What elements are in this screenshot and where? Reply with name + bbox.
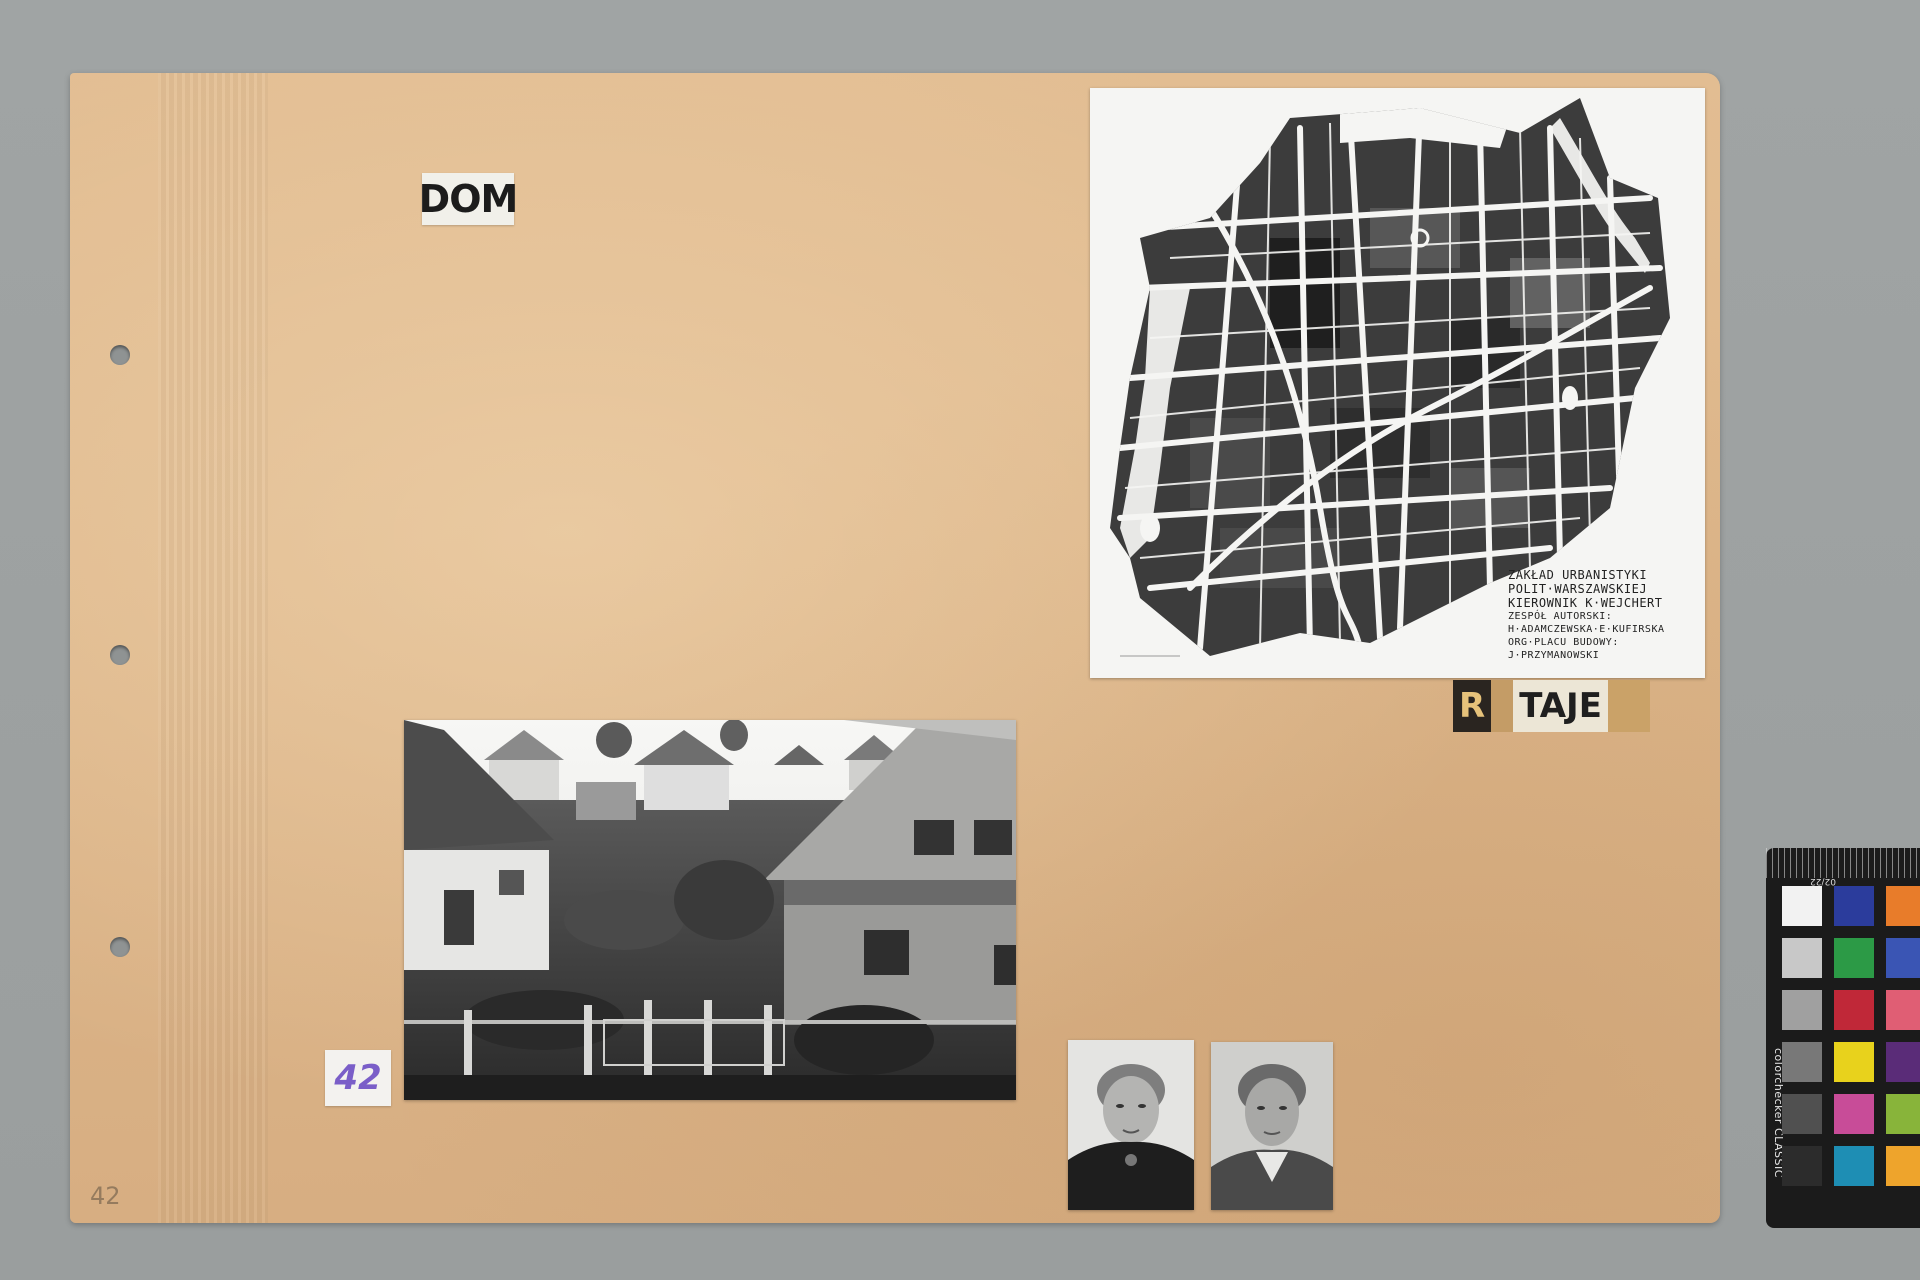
checker-swatch — [1782, 1042, 1822, 1082]
caption-line-1: ZAKŁAD URBANISTYKI — [1508, 568, 1648, 582]
caption-line-6: ORG·PLACU BUDOWY: — [1508, 637, 1619, 648]
caption-line-2: POLIT·WARSZAWSKIEJ — [1508, 582, 1648, 596]
houses-photo — [404, 720, 1016, 1100]
page-number-sticker: 42 — [325, 1050, 391, 1106]
portrait-elderly-woman-image — [1068, 1040, 1194, 1210]
checker-swatch — [1834, 990, 1874, 1030]
checker-swatch — [1886, 886, 1920, 926]
punch-hole-top — [110, 345, 130, 365]
cutout-letter-r: R — [1453, 680, 1492, 732]
caption-line-3: KIEROWNIK K·WEJCHERT — [1508, 596, 1663, 610]
caption-line-7: J·PRZYMANOWSKI — [1508, 650, 1600, 661]
checker-ruler-label: 02/22 — [1810, 876, 1836, 886]
scan-background: DOM ZAKŁAD URBANISTYKI POLIT·WARSZAWSKIE… — [0, 0, 1920, 1280]
checker-swatch — [1782, 1146, 1822, 1186]
checker-swatch — [1782, 938, 1822, 978]
cutout-gap — [1491, 680, 1514, 732]
punch-hole-middle — [110, 645, 130, 665]
checker-swatch — [1834, 1042, 1874, 1082]
checker-swatch — [1834, 1146, 1874, 1186]
checker-swatch — [1834, 938, 1874, 978]
checker-swatch — [1886, 990, 1920, 1030]
checker-swatch — [1886, 1042, 1920, 1082]
binding-strip — [158, 73, 268, 1223]
checker-swatch — [1834, 886, 1874, 926]
checker-swatch — [1782, 1094, 1822, 1134]
houses-image — [404, 720, 1016, 1100]
pencil-page-number: 42 — [90, 1182, 121, 1210]
checker-swatch — [1886, 938, 1920, 978]
caption-line-4: ZESPÓŁ AUTORSKI: — [1508, 611, 1613, 622]
cutout-letters: R TAJE — [1453, 680, 1650, 732]
checker-swatch — [1782, 990, 1822, 1030]
checker-swatch — [1834, 1094, 1874, 1134]
color-checker-card: 02/22 colorchecker CLASSIC — [1766, 848, 1920, 1228]
portrait-elderly-woman — [1068, 1040, 1194, 1210]
checker-swatch — [1782, 886, 1822, 926]
map-caption: ZAKŁAD URBANISTYKI POLIT·WARSZAWSKIEJ KI… — [1508, 568, 1698, 662]
caption-line-5: H·ADAMCZEWSKA·E·KUFIRSKA — [1508, 624, 1665, 635]
punch-hole-bottom — [110, 937, 130, 957]
city-plan-photo: ZAKŁAD URBANISTYKI POLIT·WARSZAWSKIEJ KI… — [1090, 88, 1705, 678]
cutout-letters-taje: TAJE — [1513, 680, 1608, 732]
dom-label: DOM — [419, 173, 518, 225]
cutout-fragment — [1607, 680, 1650, 732]
portrait-woman — [1211, 1042, 1333, 1210]
checker-ruler — [1766, 848, 1920, 878]
checker-swatch — [1886, 1094, 1920, 1134]
portrait-woman-image — [1211, 1042, 1333, 1210]
checker-swatch — [1886, 1146, 1920, 1186]
